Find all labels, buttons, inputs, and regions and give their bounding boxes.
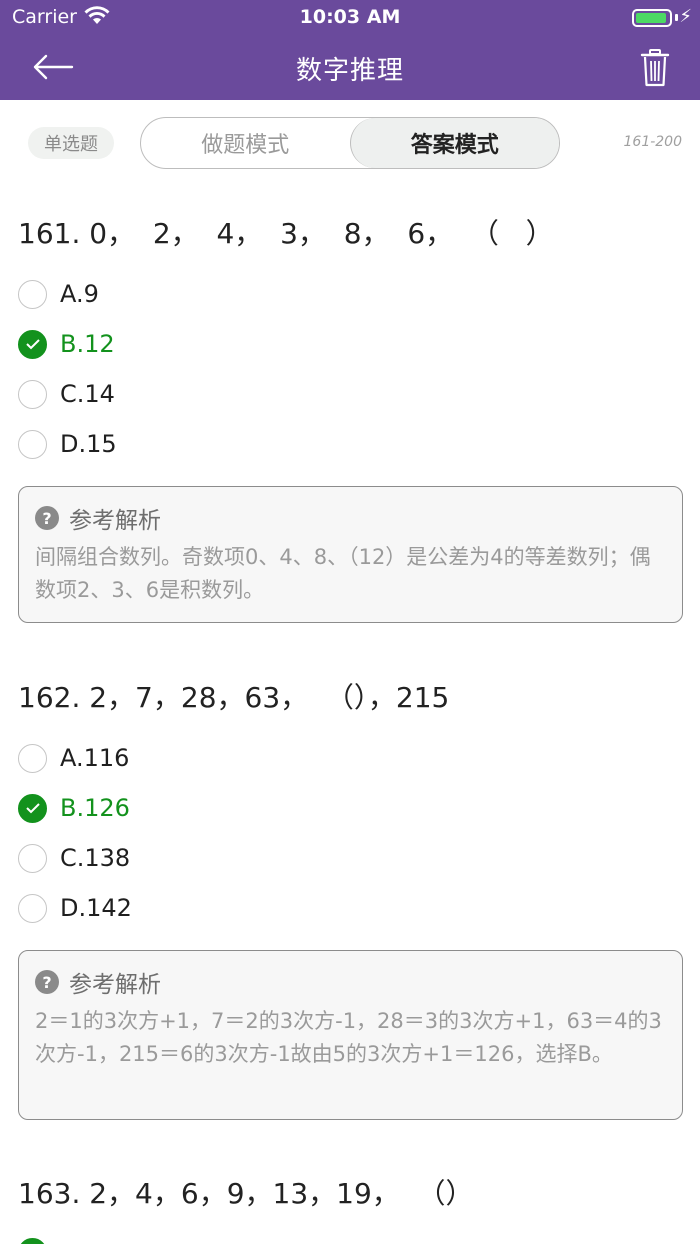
option-label: B.12 (60, 330, 115, 358)
option-label: C.138 (60, 844, 131, 872)
option-label: D.142 (60, 894, 132, 922)
analysis-box: ? 参考解析 间隔组合数列。奇数项0、4、8、（12）是公差为4的等差数列；偶数… (18, 486, 683, 623)
analysis-text: 间隔组合数列。奇数项0、4、8、（12）是公差为4的等差数列；偶数项2、3、6是… (35, 545, 651, 602)
radio-unchecked-icon (18, 279, 47, 309)
mode-segmented-control: 做题模式 答案模式 (140, 117, 560, 169)
radio-unchecked-icon (18, 893, 47, 923)
option-c[interactable]: C.14 (18, 374, 115, 414)
clock: 10:03 AM (299, 6, 401, 28)
tab-practice-mode[interactable]: 做题模式 (141, 118, 350, 168)
question-title: 161. 0， 2， 4， 3， 8， 6， （ ） (18, 217, 554, 250)
option-a[interactable]: A.116 (18, 738, 129, 778)
radio-unchecked-icon (18, 743, 47, 773)
help-icon: ? (35, 506, 59, 530)
option-label: B.126 (60, 794, 130, 822)
analysis-header: ? 参考解析 (35, 965, 666, 999)
analysis-title: 参考解析 (69, 508, 161, 534)
option-label: A.9 (60, 280, 99, 308)
option-label: D.15 (60, 430, 117, 458)
option-d[interactable]: D.142 (18, 888, 132, 928)
analysis-text: 2＝1的3次方+1，7＝2的3次方-1，28＝3的3次方+1，63＝4的3次方-… (35, 1009, 662, 1066)
option-label: A.116 (60, 744, 130, 772)
help-icon: ? (35, 970, 59, 994)
question-type-badge: 单选题 (28, 127, 114, 159)
page-title: 数字推理 (295, 56, 404, 86)
tab-answer-mode[interactable]: 答案模式 (349, 118, 559, 168)
battery-icon (632, 9, 672, 27)
trash-icon (640, 49, 670, 87)
battery-cap (675, 14, 678, 21)
analysis-header: ? 参考解析 (35, 501, 666, 535)
analysis-title: 参考解析 (69, 972, 161, 998)
analysis-box: ? 参考解析 2＝1的3次方+1，7＝2的3次方-1，28＝3的3次方+1，63… (18, 950, 683, 1120)
radio-unchecked-icon (18, 379, 47, 409)
question-title: 163. 2，4，6，9，13，19， （） (18, 1177, 474, 1210)
charging-icon: ⚡ (679, 6, 692, 27)
option-b[interactable]: B.12 (18, 324, 115, 364)
radio-unchecked-icon (18, 843, 47, 873)
option-b[interactable]: B.126 (18, 788, 130, 828)
delete-button[interactable] (640, 48, 670, 88)
checkmark-icon (18, 329, 47, 359)
checkmark-icon (18, 1237, 47, 1244)
checkmark-icon (18, 793, 47, 823)
option-label: C.14 (60, 380, 115, 408)
navigation-bar: Carrier 10:03 AM ⚡ 数字推理 (0, 0, 700, 100)
option-c[interactable]: C.138 (18, 838, 130, 878)
option-a[interactable] (18, 1232, 60, 1244)
option-a[interactable]: A.9 (18, 274, 99, 314)
option-d[interactable]: D.15 (18, 424, 117, 464)
question-range: 161-200 (623, 134, 683, 150)
status-bar: Carrier 10:03 AM ⚡ (0, 0, 700, 36)
mode-toolbar: 单选题 做题模式 答案模式 161-200 (0, 100, 700, 186)
radio-unchecked-icon (18, 429, 47, 459)
question-title: 162. 2，7，28，63， （），215 (18, 681, 450, 714)
